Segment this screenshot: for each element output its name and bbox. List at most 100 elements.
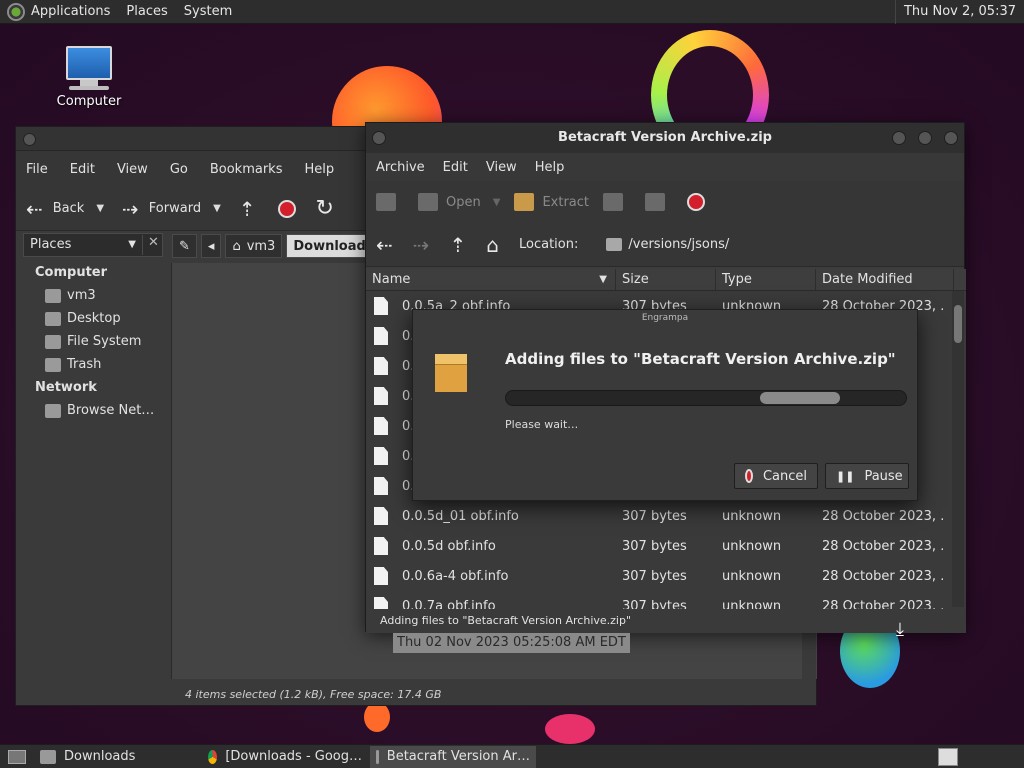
table-row[interactable]: 0.0.5d_01 obf.info 307 bytes unknown 28 Oct… (366, 501, 966, 531)
chevron-down-icon: ▼ (128, 239, 136, 250)
pause-button[interactable]: ❚❚ Pause (825, 463, 909, 489)
up-arrow-icon[interactable]: ⇡ (450, 233, 467, 257)
cell-date: 28 October 2023, … (822, 508, 944, 524)
add-folder-button[interactable] (645, 193, 673, 211)
file-icon (374, 357, 388, 375)
scrollbar-thumb[interactable] (954, 305, 962, 343)
cell-date: 28 October 2023, … (822, 598, 944, 610)
wallpaper-shape (545, 714, 595, 744)
close-pane-icon[interactable]: ✕ (142, 235, 164, 255)
maximize-button[interactable] (918, 131, 932, 145)
new-archive-button[interactable] (376, 193, 404, 211)
network-icon (45, 403, 61, 418)
forward-arrow-icon[interactable]: ⇢ (413, 233, 430, 257)
archive-titlebar[interactable]: Betacraft Version Archive.zip (366, 123, 964, 153)
path-button-downloads[interactable]: Download (286, 234, 373, 258)
back-history-dropdown[interactable]: ▼ (96, 203, 104, 214)
add-files-button[interactable] (603, 193, 631, 211)
taskbar-item-chrome[interactable]: [Downloads - Goog… (202, 746, 368, 768)
status-bar: 4 items selected (1.2 kB), Free space: 1… (185, 688, 442, 701)
cancel-button[interactable]: Cancel (734, 463, 818, 489)
table-row[interactable]: 0.0.5d obf.info 307 bytes unknown 28 Octobe… (366, 531, 966, 561)
cell-type: unknown (722, 538, 782, 554)
reload-icon[interactable]: ↻ (316, 196, 334, 221)
location-input[interactable]: /versions/jsons/ (628, 237, 729, 252)
new-archive-icon (376, 193, 396, 211)
trash-icon (45, 357, 61, 372)
column-size[interactable]: Size (616, 269, 716, 290)
sort-descending-icon: ▼ (599, 274, 607, 285)
cell-size: 307 bytes (622, 538, 687, 554)
chevron-left-icon: ◂ (207, 238, 215, 254)
taskbar-item-archive[interactable]: Betacraft Version Ar… (370, 745, 536, 768)
archive-icon (376, 749, 379, 764)
file-icon (374, 537, 388, 555)
minimize-button[interactable] (892, 131, 906, 145)
folder-icon (40, 749, 56, 764)
desktop-folder-icon (45, 311, 61, 326)
column-type[interactable]: Type (716, 269, 816, 290)
menu-file[interactable]: File (26, 162, 48, 177)
open-dropdown[interactable]: ▼ (493, 197, 501, 208)
up-button[interactable]: ⇡ (239, 197, 266, 221)
cell-date: 28 October 2023, … (822, 538, 944, 554)
window-menu-icon[interactable] (372, 131, 386, 145)
menu-view[interactable]: View (486, 160, 517, 175)
sidebar-item-trash[interactable]: Trash (45, 357, 101, 372)
back-arrow-icon[interactable]: ⇠ (376, 233, 393, 257)
mate-logo-icon[interactable] (7, 2, 25, 21)
panel-clock[interactable]: Thu Nov 2, 05:37 (894, 0, 1024, 24)
desktop-icon-computer[interactable]: Computer (54, 46, 124, 109)
menu-view[interactable]: View (117, 162, 148, 177)
show-desktop-icon[interactable] (8, 749, 26, 764)
list-scrollbar[interactable] (952, 291, 964, 607)
cell-date: 28 October 2023, … (822, 568, 944, 584)
pause-icon: ❚❚ (836, 469, 855, 483)
drive-icon (45, 334, 61, 349)
menu-go[interactable]: Go (170, 162, 188, 177)
back-arrow-icon: ⇠ (26, 196, 43, 221)
cell-type: unknown (722, 598, 782, 610)
archive-menubar: Archive Edit View Help (366, 153, 964, 181)
extract-button[interactable]: Extract (514, 193, 589, 211)
menu-help[interactable]: Help (535, 160, 565, 175)
folder-icon (606, 238, 623, 251)
path-scroll-left[interactable]: ◂ (200, 234, 222, 258)
window-menu-icon[interactable] (23, 133, 36, 146)
path-button-vm3[interactable]: ⌂ vm3 (225, 234, 283, 258)
column-date-modified[interactable]: Date Modified (816, 269, 954, 290)
stop-icon[interactable] (687, 193, 705, 211)
menu-bookmarks[interactable]: Bookmarks (210, 162, 283, 177)
progress-bar (505, 390, 907, 406)
taskbar-item-downloads[interactable]: Downloads (34, 746, 200, 768)
column-name[interactable]: Name ▼ (366, 269, 616, 290)
stop-icon[interactable] (277, 199, 296, 218)
menu-system[interactable]: System (184, 4, 232, 19)
table-row[interactable]: 0.0.6a-4 obf.info 307 bytes unknown 28 Octo… (366, 561, 966, 591)
workspace-switcher-icon[interactable] (938, 747, 958, 766)
archive-toolbar: Open ▼ Extract (366, 181, 964, 223)
menu-edit[interactable]: Edit (70, 162, 95, 177)
back-button[interactable]: ⇠ Back (26, 197, 84, 221)
desktop-icon-label: Computer (56, 94, 122, 109)
file-icon (374, 417, 388, 435)
menu-applications[interactable]: Applications (31, 4, 110, 19)
edit-icon: ✎ (179, 238, 190, 254)
sidebar-item-file-system[interactable]: File System (45, 334, 141, 349)
sidebar-item-browse-network[interactable]: Browse Net… (45, 403, 154, 418)
menu-archive[interactable]: Archive (376, 160, 425, 175)
places-selector[interactable]: Places ▼ ✕ (23, 233, 163, 257)
table-row[interactable]: 0.0.7a obf.info 307 bytes unknown 28 Octobe… (366, 591, 966, 609)
menu-help[interactable]: Help (304, 162, 334, 177)
forward-history-dropdown[interactable]: ▼ (213, 203, 221, 214)
side-pane: Places ▼ ✕ Computer vm3 Desktop File Sys… (20, 233, 172, 703)
menu-places[interactable]: Places (126, 4, 167, 19)
toggle-location-button[interactable]: ✎ (172, 234, 197, 258)
forward-button[interactable]: ⇢ Forward (122, 197, 201, 221)
sidebar-item-vm3[interactable]: vm3 (45, 288, 96, 303)
close-button[interactable] (944, 131, 958, 145)
menu-edit[interactable]: Edit (443, 160, 468, 175)
open-button[interactable]: Open (418, 193, 481, 211)
home-icon[interactable]: ⌂ (486, 233, 499, 257)
sidebar-item-desktop[interactable]: Desktop (45, 311, 121, 326)
